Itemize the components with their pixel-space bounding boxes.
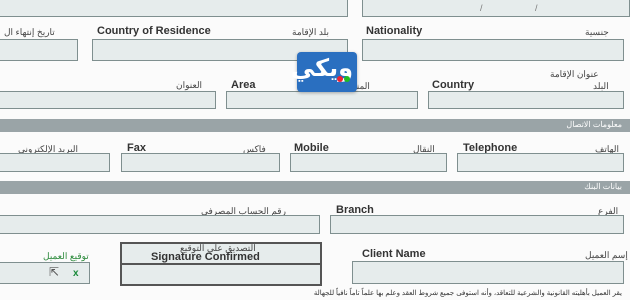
top-field-left[interactable] xyxy=(0,0,348,17)
bank-section-title: بيانات البنك xyxy=(584,182,622,191)
signature-confirmed-divider xyxy=(120,263,322,265)
contact-section-title: معلومات الاتصال xyxy=(566,120,622,129)
country-of-residence-label: Country of Residence xyxy=(97,25,211,37)
branch-field[interactable] xyxy=(330,215,624,234)
address-field[interactable] xyxy=(0,91,216,109)
checkmark-icon: x xyxy=(73,268,79,279)
contact-section-band: معلومات الاتصال xyxy=(0,119,630,132)
client-name-label: Client Name xyxy=(362,248,426,260)
client-signature-label-ar: توقيع العميل xyxy=(43,251,89,261)
country-field[interactable] xyxy=(428,91,624,109)
expiry-date-field[interactable] xyxy=(0,39,78,61)
expiry-date-label-ar: تاريخ إنتهاء ال xyxy=(4,27,55,37)
address-label-ar: العنوان xyxy=(176,80,203,90)
residence-address-section-label: عنوان الإقامة xyxy=(550,69,599,79)
nationality-label-ar: جنسية xyxy=(585,27,609,37)
mouse-cursor-icon: ⇱ xyxy=(49,265,60,279)
telephone-field[interactable] xyxy=(457,153,624,172)
wiki-logo: ويكي xyxy=(291,52,357,92)
country-label: Country xyxy=(432,79,475,91)
logo-red-dot xyxy=(337,76,343,82)
client-name-label-ar: إسم العميل xyxy=(585,250,628,260)
date-separator: / xyxy=(535,3,538,13)
area-label: Area xyxy=(231,79,256,91)
nationality-label: Nationality xyxy=(366,25,423,37)
nationality-field[interactable] xyxy=(362,39,624,61)
signature-confirmed-label: Signature Confirmed xyxy=(151,251,260,263)
logo-green-dot xyxy=(344,76,350,82)
top-field-right[interactable] xyxy=(362,0,630,17)
bank-section-band: بيانات البنك xyxy=(0,181,630,194)
area-field[interactable] xyxy=(226,91,418,109)
country-of-residence-label-ar: بلد الإقامة xyxy=(292,27,330,37)
client-name-field[interactable] xyxy=(352,261,624,284)
declaration-footer: يقر العميل بأهليته القانونية والشرعية لل… xyxy=(313,290,622,297)
mobile-field[interactable] xyxy=(290,153,447,172)
fax-field[interactable] xyxy=(121,153,280,172)
email-field[interactable] xyxy=(0,153,110,172)
account-number-field[interactable] xyxy=(0,215,320,234)
date-separator: / xyxy=(480,3,483,13)
